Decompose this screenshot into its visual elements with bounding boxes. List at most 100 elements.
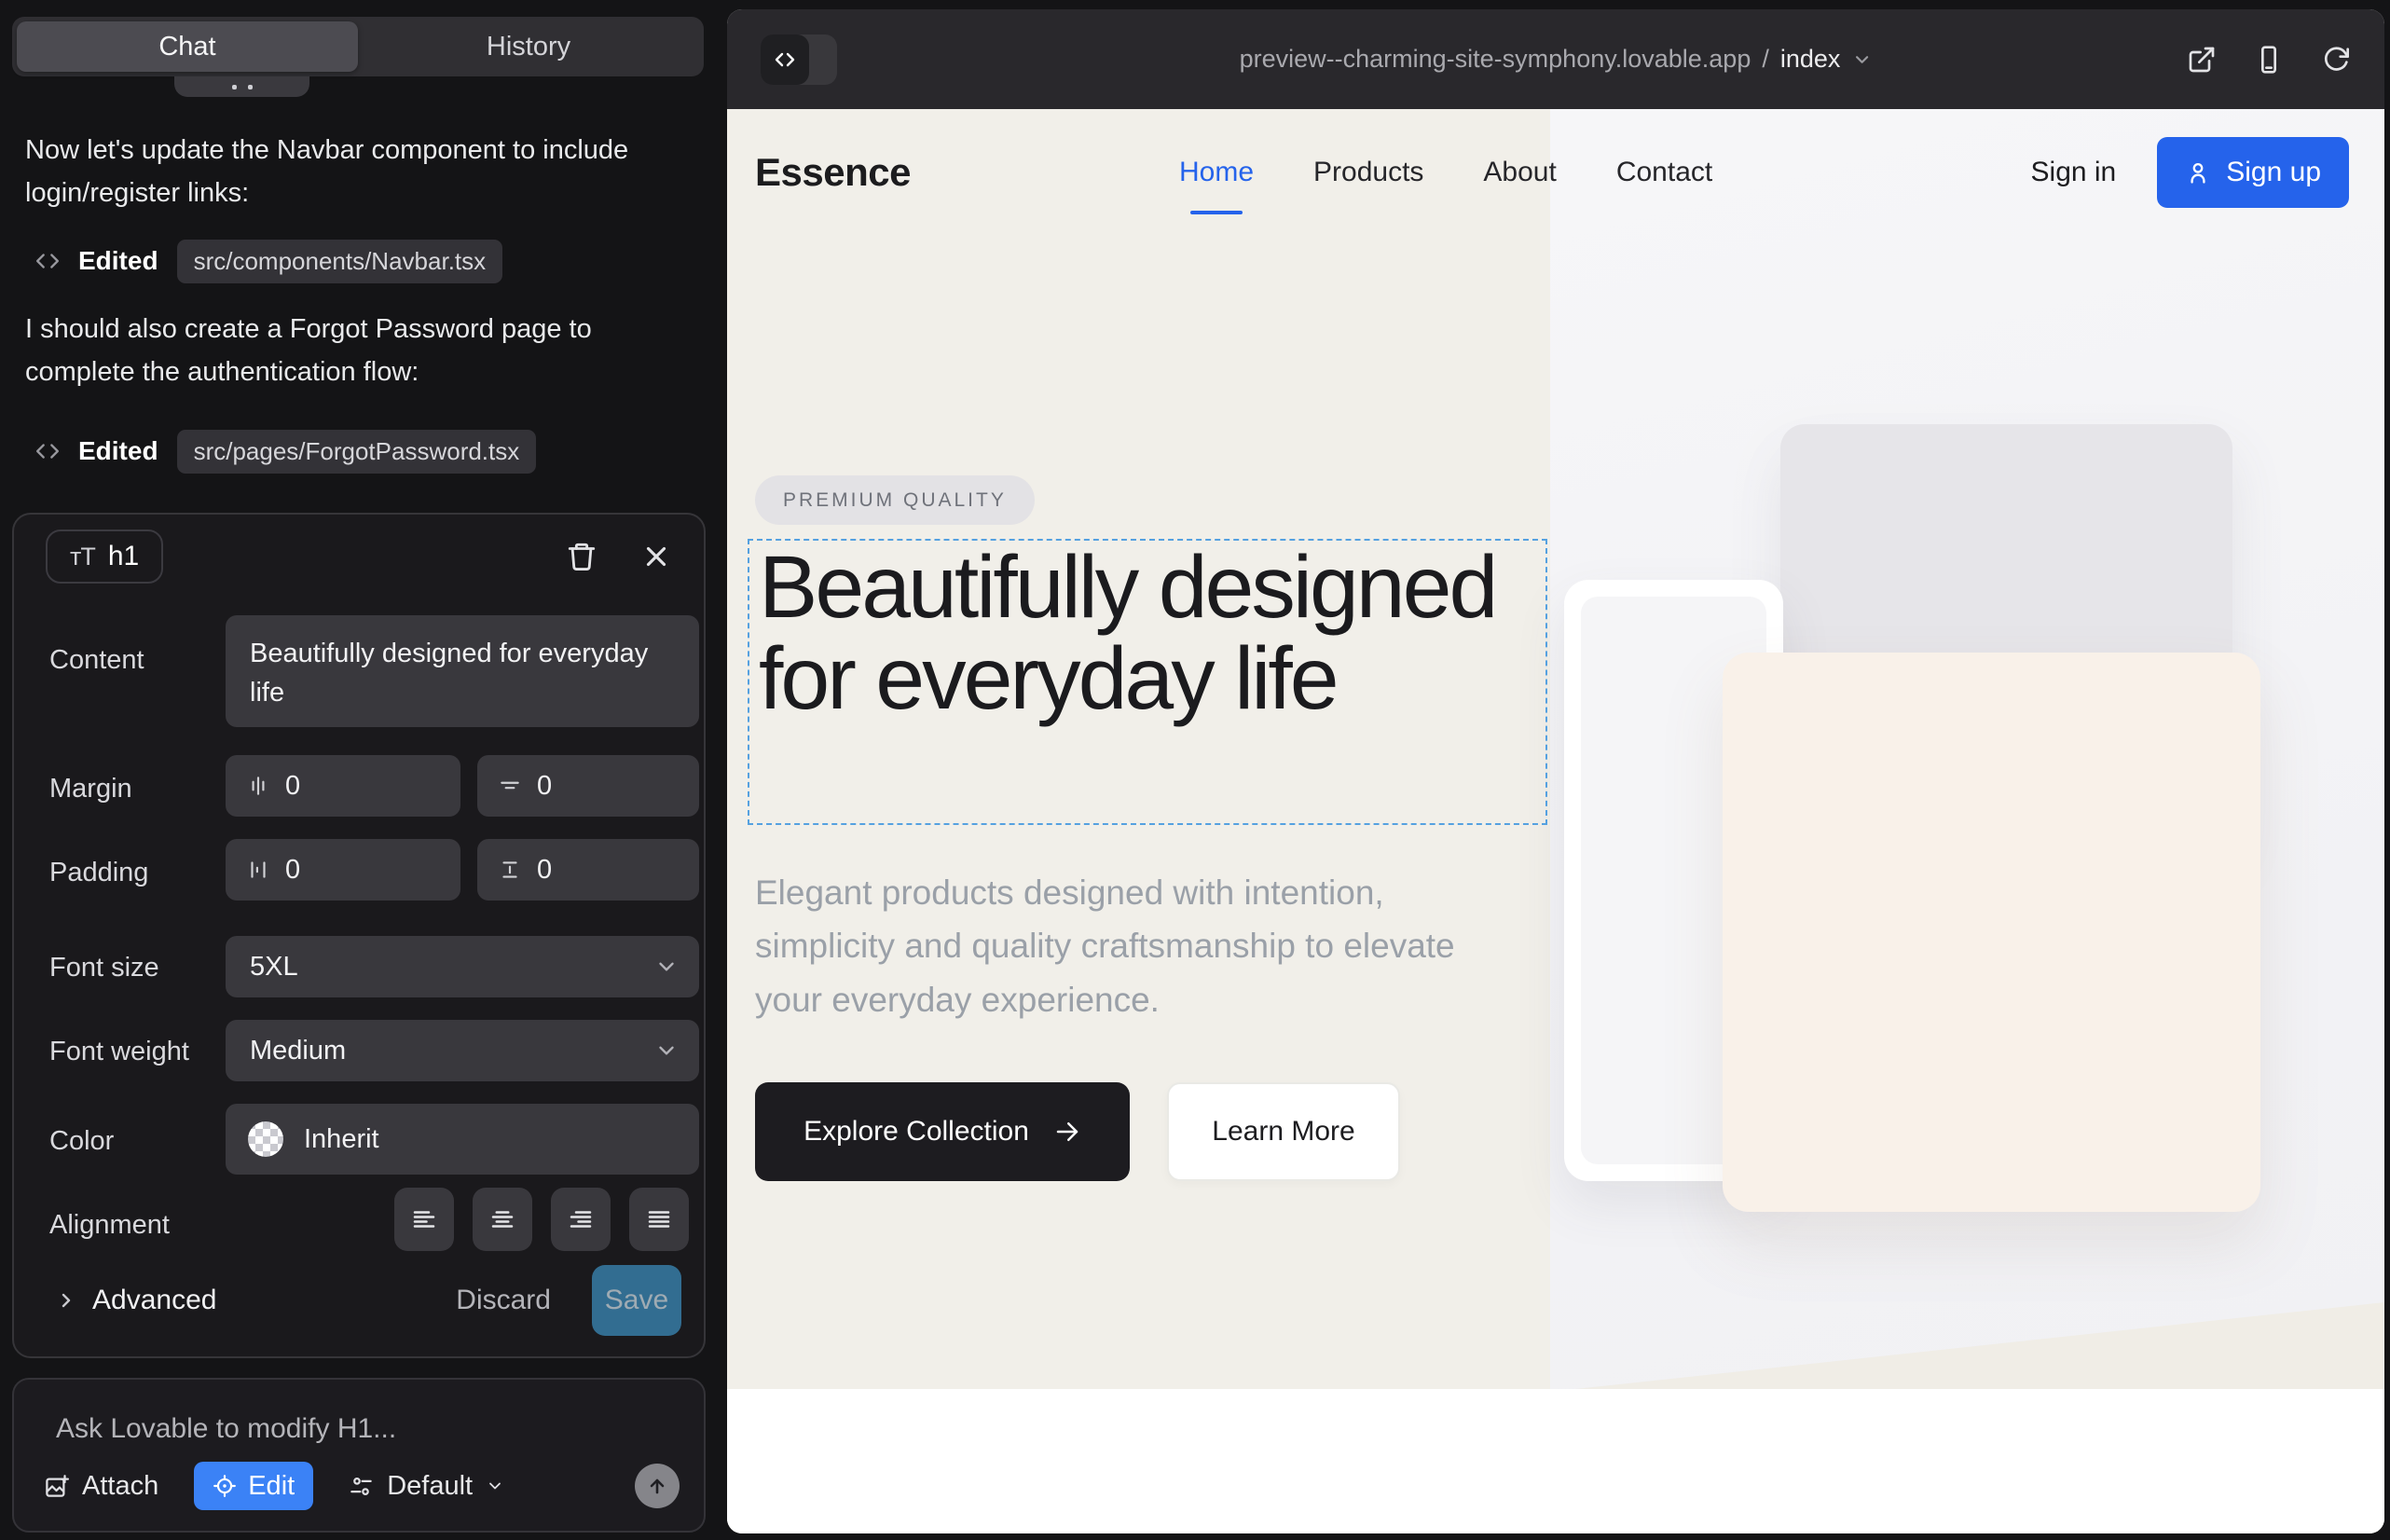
url-domain: preview--charming-site-symphony.lovable.…	[1240, 45, 1751, 74]
code-preview-toggle[interactable]	[761, 34, 837, 85]
url-page: index	[1780, 45, 1841, 74]
margin-x-value: 0	[285, 771, 300, 802]
element-tag: h1	[108, 541, 139, 572]
explore-label: Explore Collection	[804, 1116, 1029, 1148]
color-select[interactable]: Inherit	[226, 1104, 699, 1175]
chevron-right-icon	[55, 1289, 77, 1312]
padding-y-value: 0	[537, 855, 552, 886]
hero-cta-row: Explore Collection Learn More	[755, 1082, 1400, 1181]
selected-h1-outline[interactable]: Beautifully designed for everyday life	[748, 539, 1547, 825]
align-left-button[interactable]	[394, 1188, 454, 1251]
file-path-chip[interactable]: src/pages/ForgotPassword.tsx	[177, 430, 537, 474]
site-navbar: Essence Home Products About Contact Sign…	[727, 109, 2384, 236]
preview-window: preview--charming-site-symphony.lovable.…	[727, 9, 2384, 1533]
font-weight-label: Font weight	[49, 1037, 189, 1067]
hero-badge: PREMIUM QUALITY	[755, 475, 1035, 525]
sliders-icon	[349, 1474, 374, 1499]
chat-sidebar: Chat History Now let's update the Navbar…	[0, 0, 727, 1540]
nav-link-products[interactable]: Products	[1313, 157, 1423, 188]
user-icon	[2185, 159, 2211, 186]
file-path-chip[interactable]: src/components/Navbar.tsx	[177, 240, 503, 283]
margin-vertical-icon	[498, 774, 522, 798]
delete-element-button[interactable]	[566, 541, 598, 572]
margin-y-input[interactable]: 0	[477, 755, 699, 817]
advanced-toggle[interactable]: Advanced	[55, 1285, 216, 1316]
learn-more-button[interactable]: Learn More	[1167, 1082, 1400, 1181]
attach-label: Attach	[82, 1471, 158, 1502]
align-right-button[interactable]	[551, 1188, 611, 1251]
edit-label: Edit	[248, 1471, 295, 1502]
composer-toolbar: Attach Edit Default	[44, 1462, 680, 1510]
font-weight-select[interactable]: Medium	[226, 1020, 699, 1081]
padding-x-input[interactable]: 0	[226, 839, 460, 901]
element-type-badge[interactable]: тT h1	[46, 529, 163, 584]
chat-history-tabs: Chat History	[12, 17, 704, 76]
save-button[interactable]: Save	[592, 1265, 681, 1336]
preview-topbar: preview--charming-site-symphony.lovable.…	[727, 9, 2384, 109]
decor-card-beige	[1723, 653, 2260, 1212]
next-section	[727, 1389, 2384, 1533]
composer-placeholder: Ask Lovable to modify H1...	[56, 1413, 396, 1445]
attach-image-icon	[44, 1474, 69, 1499]
chat-composer[interactable]: Ask Lovable to modify H1... Attach Edit	[12, 1378, 706, 1533]
signup-label: Sign up	[2226, 157, 2321, 188]
send-button[interactable]	[635, 1464, 680, 1508]
content-input[interactable]: Beautifully designed for everyday life	[226, 615, 699, 727]
nav-link-contact[interactable]: Contact	[1616, 157, 1712, 188]
arrow-right-icon	[1053, 1118, 1081, 1146]
margin-x-input[interactable]: 0	[226, 755, 460, 817]
signup-button[interactable]: Sign up	[2157, 137, 2349, 208]
signin-link[interactable]: Sign in	[2031, 157, 2117, 188]
chevron-down-icon	[654, 955, 679, 979]
font-size-select[interactable]: 5XL	[226, 936, 699, 997]
align-justify-button[interactable]	[629, 1188, 689, 1251]
chevron-down-icon	[486, 1477, 504, 1495]
close-icon[interactable]	[640, 541, 672, 572]
mobile-view-button[interactable]	[2254, 45, 2284, 75]
edit-mode-button[interactable]: Edit	[194, 1462, 313, 1510]
dot	[232, 85, 237, 89]
edited-label: Edited	[78, 436, 158, 466]
padding-y-input[interactable]: 0	[477, 839, 699, 901]
url-breadcrumb[interactable]: preview--charming-site-symphony.lovable.…	[1240, 45, 1873, 74]
lovable-app: Chat History Now let's update the Navbar…	[0, 0, 2390, 1540]
tab-chat[interactable]: Chat	[17, 21, 358, 72]
site-nav-links: Home Products About Contact	[1179, 157, 1712, 188]
open-external-button[interactable]	[2187, 45, 2217, 75]
model-default-select[interactable]: Default	[349, 1471, 504, 1502]
font-size-label: Font size	[49, 953, 159, 983]
margin-y-value: 0	[537, 771, 552, 802]
content-label: Content	[49, 645, 144, 676]
padding-horizontal-icon	[246, 858, 270, 882]
alignment-group	[394, 1188, 689, 1251]
color-value: Inherit	[304, 1124, 379, 1155]
hero-description: Elegant products designed with intention…	[755, 866, 1491, 1026]
discard-button[interactable]: Discard	[456, 1285, 551, 1316]
refresh-button[interactable]	[2321, 45, 2351, 75]
nav-link-about[interactable]: About	[1483, 157, 1556, 188]
file-edit-entry[interactable]: Edited src/pages/ForgotPassword.tsx	[35, 429, 536, 474]
padding-vertical-icon	[498, 858, 522, 882]
target-icon	[213, 1474, 237, 1498]
assistant-message: Now let's update the Navbar component to…	[25, 129, 692, 215]
attach-button[interactable]: Attach	[44, 1471, 158, 1502]
assistant-message: I should also create a Forgot Password p…	[25, 308, 692, 394]
explore-collection-button[interactable]: Explore Collection	[755, 1082, 1130, 1181]
hero-headline[interactable]: Beautifully designed for everyday life	[759, 543, 1523, 725]
tab-history[interactable]: History	[358, 21, 699, 72]
margin-label: Margin	[49, 774, 132, 804]
editor-footer: Advanced Discard Save	[14, 1265, 704, 1336]
alignment-label: Alignment	[49, 1210, 170, 1241]
site-logo[interactable]: Essence	[755, 150, 911, 195]
padding-x-value: 0	[285, 855, 300, 886]
font-weight-value: Medium	[250, 1036, 346, 1066]
nav-link-home[interactable]: Home	[1179, 157, 1254, 188]
code-icon	[761, 34, 809, 85]
code-icon	[35, 249, 60, 273]
padding-label: Padding	[49, 858, 148, 888]
align-center-button[interactable]	[473, 1188, 532, 1251]
transparent-swatch-icon	[248, 1121, 283, 1157]
dot	[248, 85, 253, 89]
code-icon	[35, 439, 60, 463]
file-edit-entry[interactable]: Edited src/components/Navbar.tsx	[35, 239, 502, 283]
